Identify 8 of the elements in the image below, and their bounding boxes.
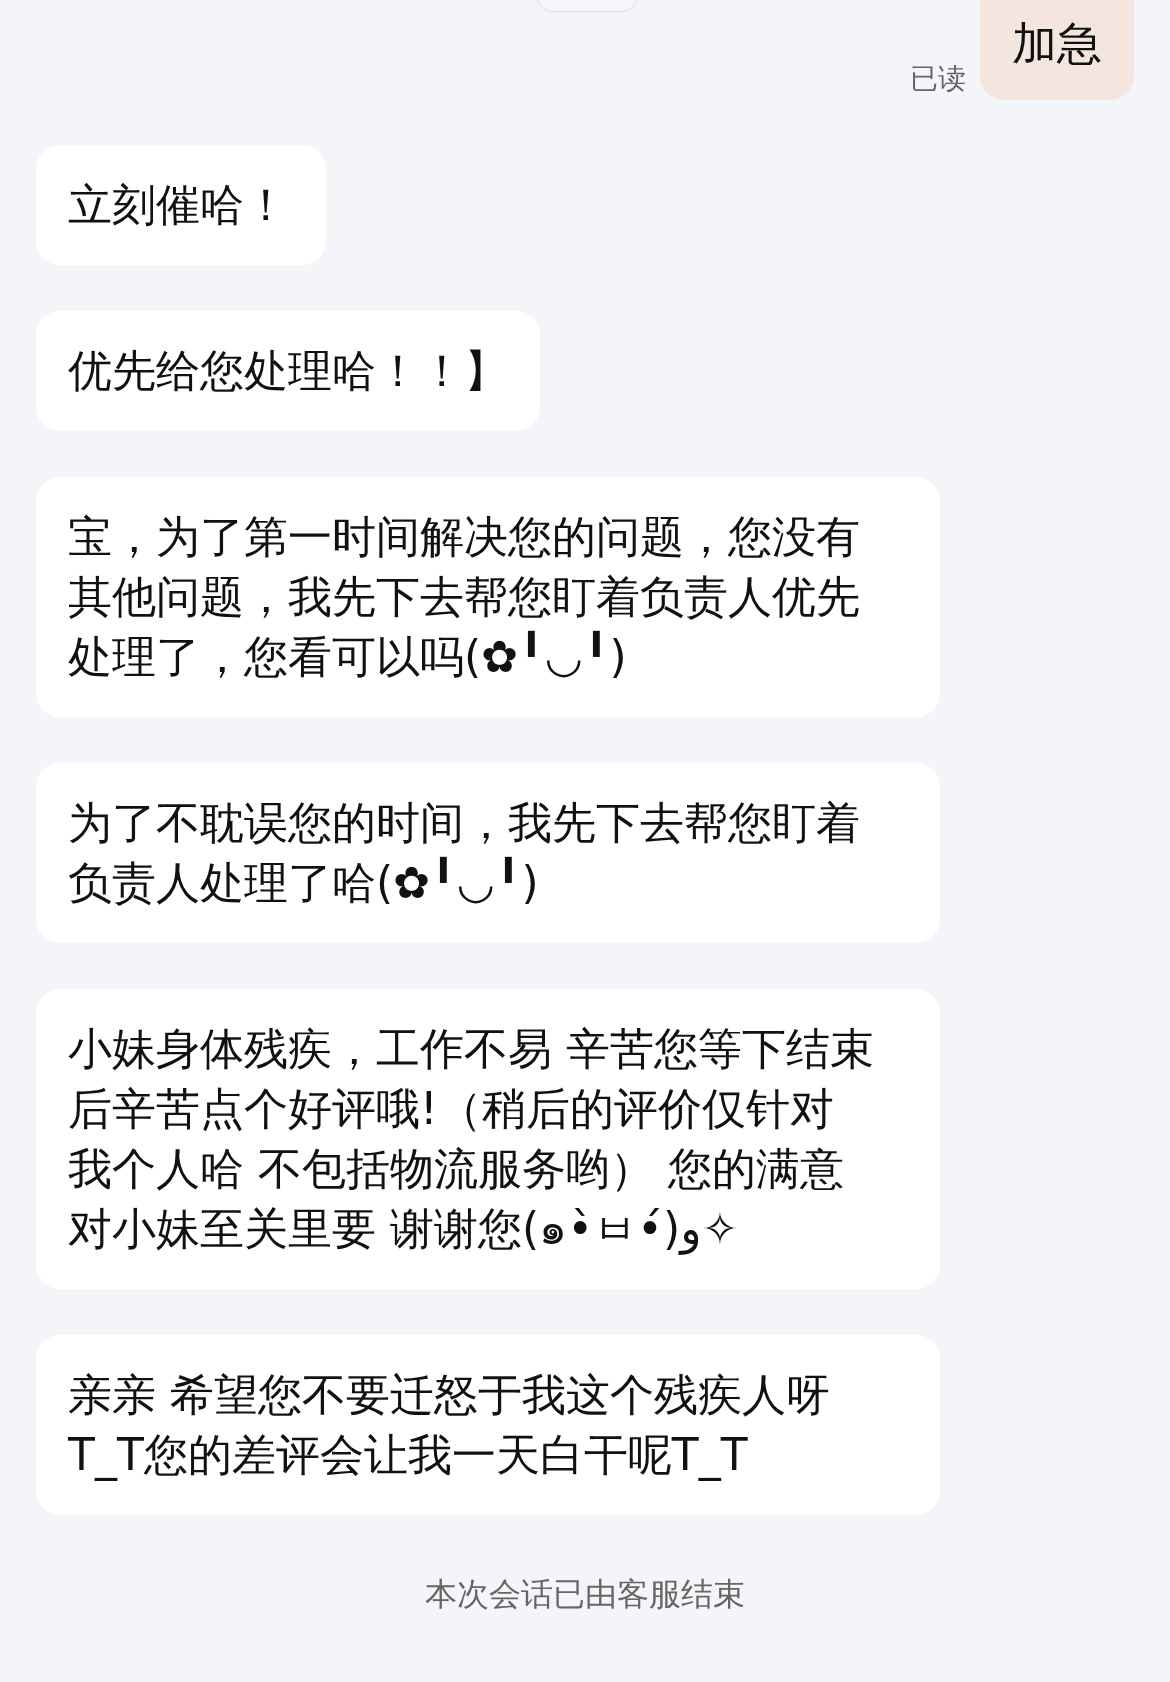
received-message: 为了不耽误您的时间，我先下去帮您盯着 负责人处理了哈(✿╹◡╹) bbox=[36, 763, 940, 943]
session-ended-notice: 本次会话已由客服结束 bbox=[425, 1574, 745, 1615]
received-message: 亲亲 希望您不要迁怒于我这个残疾人呀 T_T您的差评会让我一天白干呢T_T bbox=[36, 1335, 940, 1515]
received-message: 优先给您处理哈！！】 bbox=[36, 311, 540, 431]
sent-message: 加急 bbox=[980, 0, 1134, 100]
read-status: 已读 bbox=[910, 61, 966, 97]
received-message: 立刻催哈！ bbox=[36, 145, 326, 265]
received-message: 宝，为了第一时间解决您的问题，您没有 其他问题，我先下去帮您盯着负责人优先 处理了，您看可以吗(✿╹◡╹) bbox=[36, 477, 940, 717]
